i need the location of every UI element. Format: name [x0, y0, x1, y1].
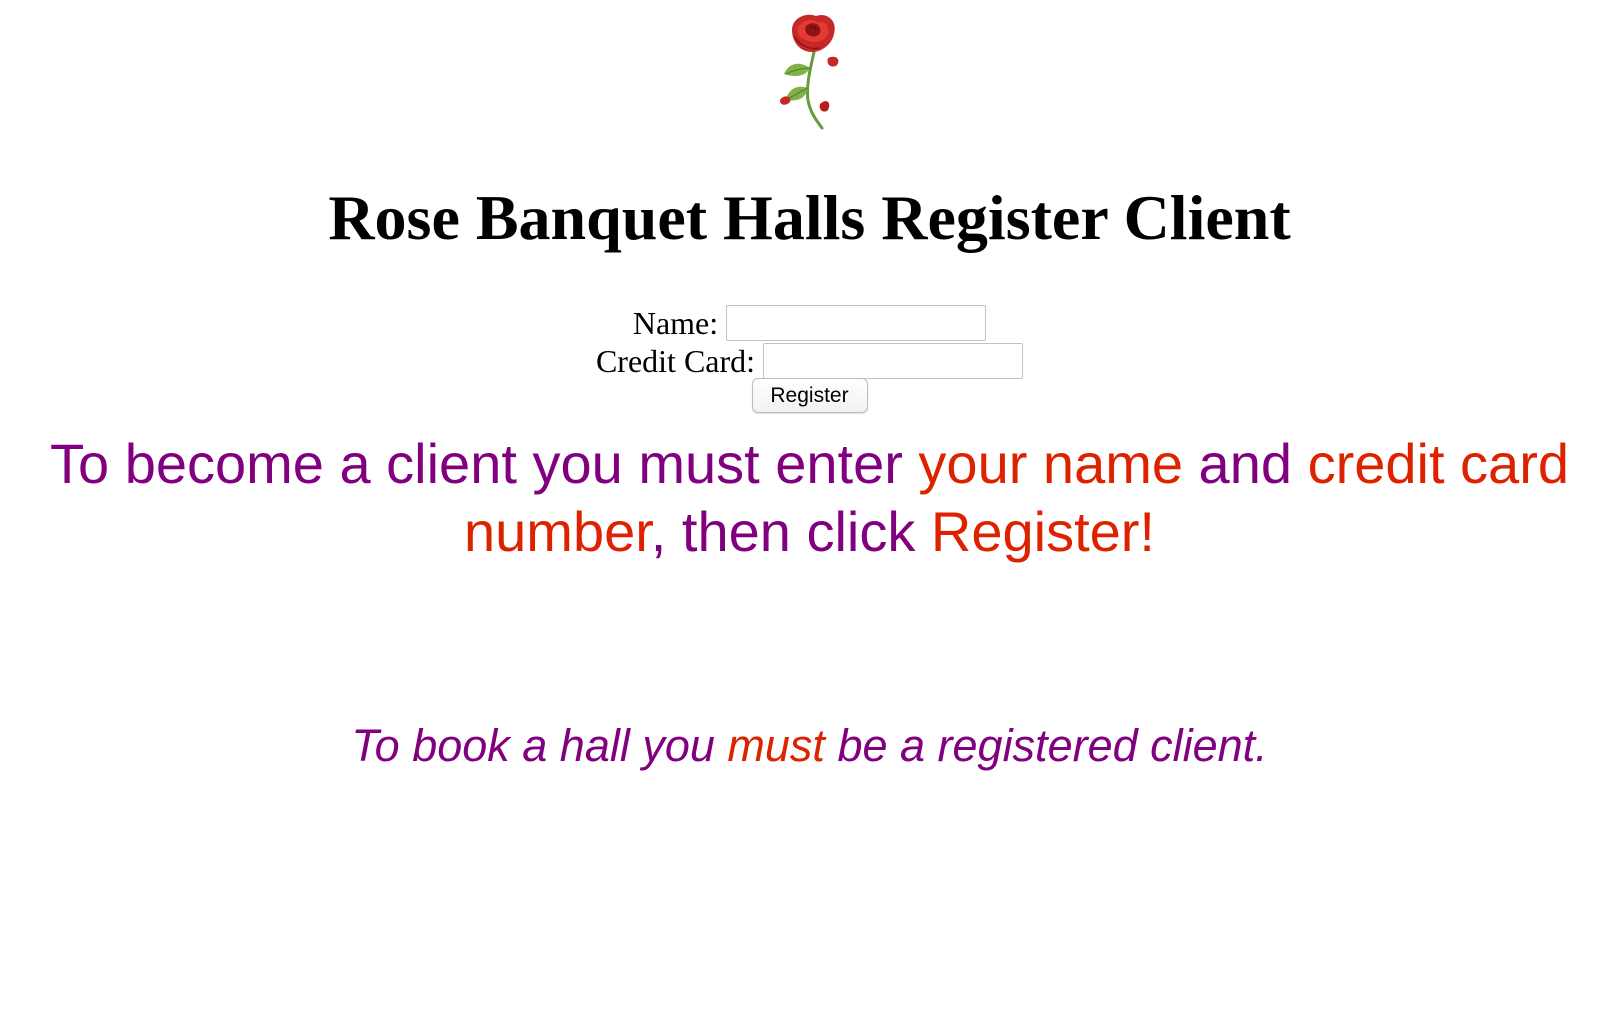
- name-label: Name:: [632, 304, 719, 341]
- booking-note: To book a hall you must be a registered …: [0, 718, 1619, 774]
- instructions-part: , then click: [650, 500, 931, 563]
- note-highlight: must: [727, 720, 825, 771]
- credit-card-label: Credit Card:: [595, 342, 756, 379]
- rose-icon: [770, 8, 854, 132]
- page-title: Rose Banquet Halls Register Client: [328, 182, 1291, 253]
- instructions-part: To become a client you must enter: [49, 432, 919, 495]
- note-part: To book a hall you: [351, 720, 728, 771]
- name-row: Name:: [0, 300, 1619, 342]
- instructions-part: and: [1183, 432, 1308, 495]
- register-row: Register: [0, 378, 1619, 413]
- instructions-text: To become a client you must enter your n…: [0, 430, 1619, 566]
- credit-card-row: Credit Card:: [0, 338, 1619, 380]
- credit-card-input[interactable]: [763, 342, 1024, 379]
- instructions-highlight: your name: [918, 432, 1183, 495]
- register-button[interactable]: Register: [751, 378, 868, 413]
- instructions-highlight: Register!: [930, 500, 1155, 563]
- note-part: be a registered client.: [824, 720, 1268, 771]
- name-input[interactable]: [726, 304, 987, 341]
